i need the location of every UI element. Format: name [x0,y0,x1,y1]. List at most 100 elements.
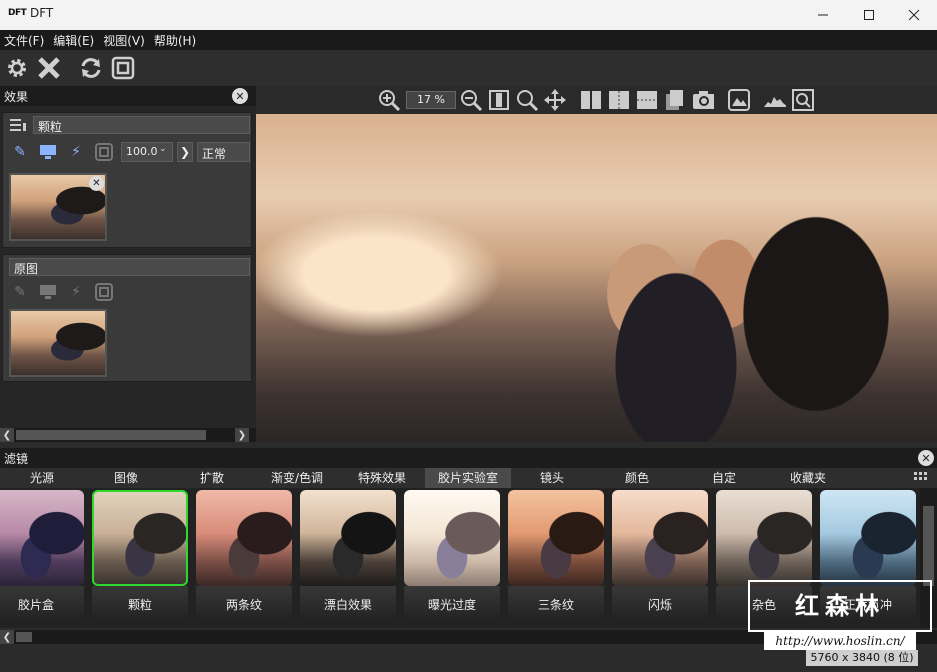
filter-item[interactable]: 漂白效果 [300,490,396,624]
remove-effect-button[interactable]: ✕ [89,176,104,191]
close-icon [908,9,920,21]
split-view-button[interactable] [580,89,602,111]
filter-item[interactable]: 胶片盒 [0,490,84,624]
apply-effect-button[interactable]: ⚡ [65,141,87,163]
original-apply-button[interactable]: ⚡ [65,281,87,303]
filter-item[interactable]: 颗粒 [92,490,188,624]
lightning-icon: ⚡ [71,284,81,300]
loupe-icon [792,89,814,111]
filter-preview-image [404,490,500,586]
filter-label: 三条纹 [537,598,574,612]
filter-item[interactable]: 曝光过度 [404,490,500,624]
tab-special-effects[interactable]: 特殊效果 [340,468,424,488]
tab-gradient-tone[interactable]: 渐变/色调 [254,468,340,488]
frame-icon [95,143,113,161]
spinner-icon: ⌄ [159,144,167,154]
filter-label: 两条纹 [225,598,262,612]
edit-original-button[interactable]: ✎ [9,281,31,303]
tab-diffusion[interactable]: 扩散 [170,468,254,488]
zoom-out-button[interactable] [460,89,482,111]
mask-button[interactable] [93,141,115,163]
minimize-button[interactable] [800,0,846,30]
tab-favorites[interactable]: 收藏夹 [766,468,850,488]
app-logo: DFT [8,8,27,18]
fit-icon [489,90,509,110]
menu-help[interactable]: 帮助(H) [154,32,196,49]
filter-scroll-thumb[interactable] [16,632,32,642]
image-view-button[interactable] [728,89,750,111]
fit-frame-button[interactable] [110,55,136,81]
zoom-level-field[interactable]: 17 % [406,91,456,109]
filters-panel-title: 滤镜 [4,452,29,466]
zoom-in-button[interactable] [378,89,400,111]
original-name-field[interactable]: 原图 [9,258,250,276]
close-window-button[interactable] [891,0,937,30]
close-icon: ✕ [921,451,931,465]
pencil-icon: ✎ [14,284,26,300]
original-thumbnail-image [11,311,105,375]
scroll-thumb[interactable] [16,430,206,440]
close-effects-panel-button[interactable]: ✕ [232,88,248,104]
menu-edit[interactable]: 编辑(E) [53,32,94,49]
chevron-right-icon: ❯ [179,145,191,159]
filter-item[interactable]: 三条纹 [508,490,604,624]
split-vertical-button[interactable] [608,89,630,111]
filter-preview-image [716,490,812,586]
magnifier-button[interactable] [516,89,538,111]
menu-bar: 文件(F) 编辑(E) 视图(V) 帮助(H) [0,30,937,50]
original-thumbnail[interactable] [9,309,107,377]
watermark: 红森林 http://www.hoslin.cn/ [748,580,932,652]
tab-image[interactable]: 图像 [84,468,168,488]
split-horizontal-button[interactable] [636,89,658,111]
split-view-icon [581,91,601,109]
scroll-left-button[interactable]: ❮ [0,428,14,442]
histogram-button[interactable] [764,89,786,111]
filters-panel-header: 滤镜 ✕ [0,448,937,468]
filter-item[interactable]: 两条纹 [196,490,292,624]
frame-icon [95,283,113,301]
tab-film-lab[interactable]: 胶片实验室 [425,468,511,488]
tab-lens[interactable]: 镜头 [512,468,592,488]
maximize-button[interactable] [846,0,892,30]
tab-color[interactable]: 颜色 [596,468,678,488]
refresh-button[interactable] [78,55,104,81]
fit-window-button[interactable] [488,89,510,111]
filter-preview-image [820,490,916,586]
next-button[interactable]: ❯ [177,142,193,162]
settings-button[interactable] [4,55,30,81]
preview-monitor-button[interactable] [37,141,59,163]
effects-horizontal-scrollbar[interactable]: ❮ ❯ [0,428,256,442]
tab-light-source[interactable]: 光源 [0,468,84,488]
filter-scroll-left-button[interactable]: ❮ [0,630,14,644]
snapshot-button[interactable] [692,89,714,111]
frame-icon [111,56,135,80]
pan-button[interactable] [544,89,566,111]
scroll-right-button[interactable]: ❯ [235,428,249,442]
cancel-button[interactable] [36,55,62,81]
main-image-preview[interactable] [256,114,937,442]
layer-list-icon[interactable] [9,117,29,135]
opacity-spinner[interactable]: ⌄ [159,144,167,154]
effects-panel: 效果 ✕ 颗粒 ✎ ⚡ 100.0 ⌄ ❯ 正常 ✕ 原图 ✎ ⚡ ❮ ❯ [0,86,256,442]
tab-custom[interactable]: 自定 [682,468,766,488]
effect-name-field[interactable]: 颗粒 [33,116,250,134]
split-vertical-icon [609,91,629,109]
x-icon [38,57,60,79]
image-icon [728,89,750,111]
filter-preview-image [612,490,708,586]
filter-item[interactable]: 闪烁 [612,490,708,624]
original-monitor-button[interactable] [37,281,59,303]
edit-effect-button[interactable]: ✎ [9,141,31,163]
vertical-scroll-thumb[interactable] [923,506,934,586]
loupe-button[interactable] [792,89,814,111]
blend-mode-select[interactable]: 正常 [197,142,250,162]
close-filters-panel-button[interactable]: ✕ [918,450,934,466]
grid-view-button[interactable] [914,472,928,484]
menu-view[interactable]: 视图(V) [103,32,145,49]
menu-file[interactable]: 文件(F) [4,32,44,49]
filter-preview-image [300,490,396,586]
close-icon: ✕ [92,178,101,189]
filter-label: 闪烁 [647,598,672,612]
original-mask-button[interactable] [93,281,115,303]
copy-button[interactable] [664,89,686,111]
